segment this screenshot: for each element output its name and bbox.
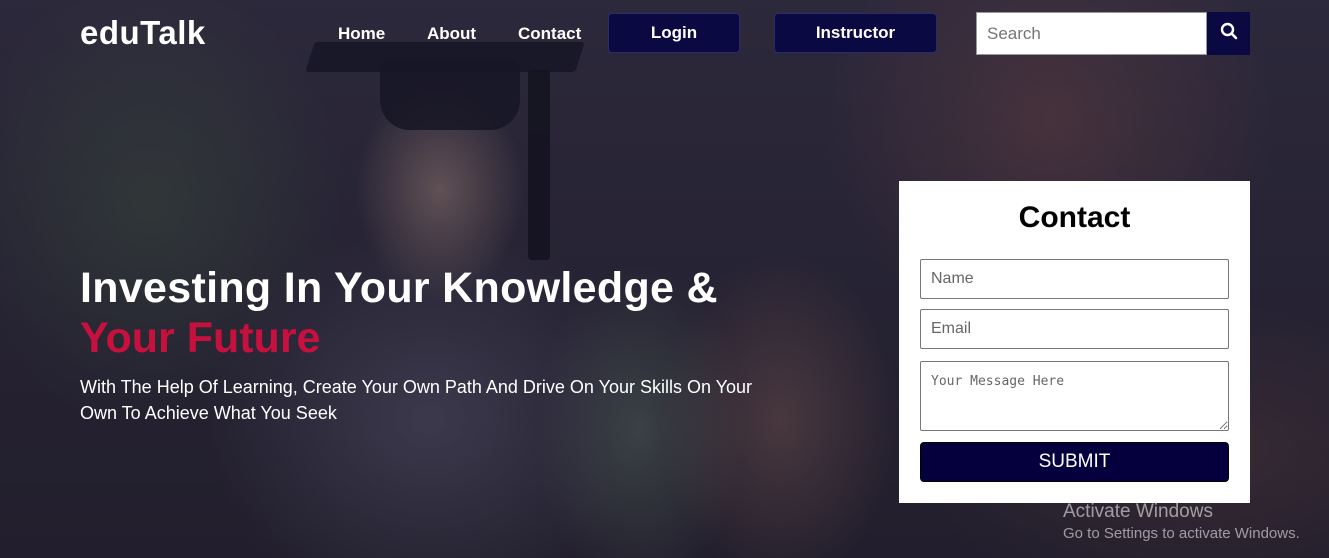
message-field[interactable]	[920, 361, 1229, 431]
search-input[interactable]	[976, 12, 1207, 55]
search-button[interactable]	[1207, 12, 1250, 55]
instructor-button[interactable]: Instructor	[774, 13, 937, 53]
contact-form-title: Contact	[1018, 201, 1131, 234]
brand-logo[interactable]: eduTalk	[80, 14, 206, 52]
hero-headline: Investing In Your Knowledge &	[80, 264, 718, 312]
nav-link-home[interactable]: Home	[338, 24, 385, 44]
email-field[interactable]	[920, 309, 1229, 349]
hero-headline-accent: Your Future	[80, 314, 321, 362]
nav-link-contact[interactable]: Contact	[518, 24, 581, 44]
hero-subtext: With The Help Of Learning, Create Your O…	[80, 377, 753, 423]
contact-form: Contact SUBMIT	[899, 181, 1250, 503]
login-button[interactable]: Login	[608, 13, 740, 53]
nav-link-about[interactable]: About	[427, 24, 476, 44]
activate-windows-subtitle: Go to Settings to activate Windows.	[1063, 525, 1300, 542]
submit-button[interactable]: SUBMIT	[920, 442, 1229, 482]
search-icon	[1220, 22, 1238, 45]
navbar: eduTalk Home About Contact Login Instruc…	[0, 0, 1329, 70]
activate-windows-title: Activate Windows	[1063, 501, 1213, 522]
name-field[interactable]	[920, 259, 1229, 299]
